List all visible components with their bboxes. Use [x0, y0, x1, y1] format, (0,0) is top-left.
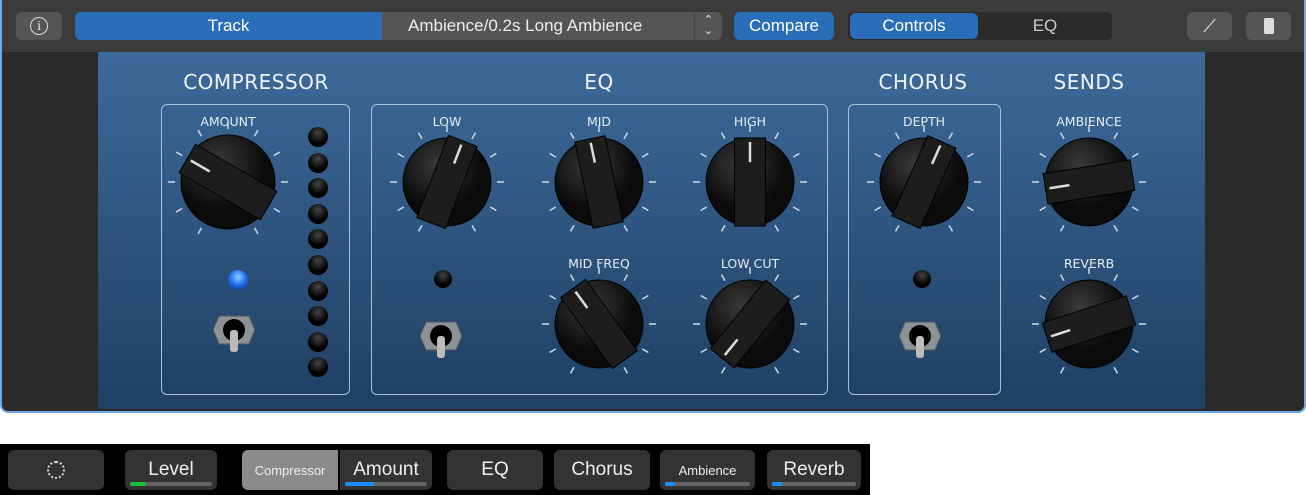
chorus-title: CHORUS: [878, 70, 968, 94]
meter-led: [308, 255, 328, 275]
smart-control-label: Amount: [353, 459, 419, 480]
meter-led: [308, 152, 328, 173]
plugin-panel: COMPRESSOR EQ CHORUS SENDS AMOUNT LOW MID H…: [98, 52, 1205, 409]
level-bar: [345, 482, 427, 486]
smart-control-label: EQ: [481, 459, 509, 480]
ambience-knob[interactable]: [1025, 118, 1153, 246]
chorus-toggle[interactable]: [898, 308, 942, 358]
level-bar: [665, 482, 750, 486]
meter-led: [308, 127, 328, 147]
toggle-switch-icon: [419, 321, 463, 358]
wrench-icon: ⟋: [1203, 15, 1216, 36]
smart-control-label: Reverb: [783, 459, 845, 480]
eq-led: [434, 270, 452, 288]
tab-eq[interactable]: EQ: [980, 13, 1110, 39]
settings-button[interactable]: ⟋: [1187, 12, 1232, 40]
mid-knob[interactable]: [535, 118, 663, 246]
smart-control-label: Compressor: [254, 462, 326, 478]
plugin-icon: [1263, 18, 1274, 34]
compressor-led: [228, 270, 248, 290]
depth-knob[interactable]: [860, 118, 988, 246]
high-knob[interactable]: [686, 118, 814, 246]
mid-freq-knob[interactable]: [535, 260, 663, 388]
plugin-button[interactable]: [1246, 12, 1291, 40]
smart-control-level[interactable]: Level: [125, 450, 217, 490]
smart-control-chorus[interactable]: Chorus: [554, 450, 650, 490]
info-button[interactable]: i: [16, 12, 62, 40]
smart-control-compressor[interactable]: Compressor: [242, 450, 338, 490]
preset-name: Ambience/0.2s Long Ambience: [408, 16, 643, 35]
plugin-header: i Track Ambience/0.2s Long Ambience ⌃ ⌄ Co…: [2, 0, 1304, 52]
level-bar: [772, 482, 856, 486]
meter-led: [308, 203, 328, 224]
meter-led: [308, 331, 328, 352]
smart-control-label: Ambience: [678, 462, 737, 478]
smart-control-amount[interactable]: Amount: [340, 450, 432, 490]
level-bar: [130, 482, 212, 486]
reverb-knob[interactable]: [1025, 260, 1153, 388]
knob-icon: [47, 461, 65, 479]
smart-control-reverb[interactable]: Reverb: [767, 450, 861, 490]
toggle-switch-icon: [212, 315, 256, 352]
smart-control-knob-view[interactable]: [8, 450, 104, 490]
chevron-updown-icon: ⌃ ⌄: [694, 12, 722, 40]
compressor-toggle[interactable]: [212, 302, 256, 352]
smart-control-label: Chorus: [571, 459, 633, 480]
meter-led: [308, 280, 328, 301]
chorus-led: [913, 270, 931, 288]
compressor-title: COMPRESSOR: [183, 70, 329, 94]
low-knob[interactable]: [383, 118, 511, 246]
amount-knob[interactable]: [161, 115, 295, 249]
toggle-switch-icon: [898, 321, 942, 358]
compare-button[interactable]: Compare: [734, 12, 834, 40]
track-button[interactable]: Track: [75, 12, 382, 40]
sends-title: SENDS: [1053, 70, 1125, 94]
smart-control-label: Level: [148, 459, 194, 480]
smart-control-ambience[interactable]: Ambience: [660, 450, 755, 490]
smart-controls-bar: Level Compressor Amount EQ Chorus Ambience Rev…: [0, 444, 870, 495]
preset-menu[interactable]: Ambience/0.2s Long Ambience ⌃ ⌄: [382, 12, 722, 40]
eq-toggle[interactable]: [419, 308, 463, 358]
low-cut-knob[interactable]: [686, 260, 814, 388]
eq-title: EQ: [584, 70, 614, 94]
plugin-window: i Track Ambience/0.2s Long Ambience ⌃ ⌄ Co…: [0, 0, 1306, 413]
tab-controls[interactable]: Controls: [850, 13, 978, 39]
smart-control-eq[interactable]: EQ: [447, 450, 543, 490]
info-icon: i: [30, 17, 48, 35]
